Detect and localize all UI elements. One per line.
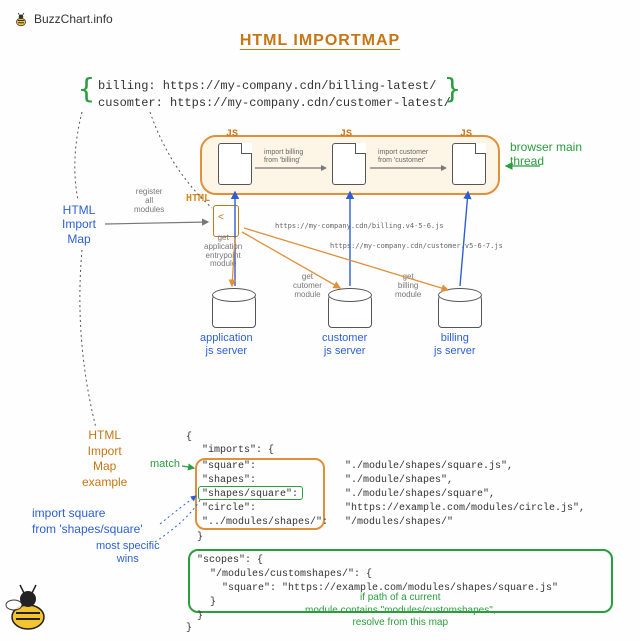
code-imports-key: "imports": { (202, 443, 274, 458)
customer-server-label: customer js server (322, 332, 367, 358)
js-label: JS (340, 129, 352, 140)
js-file-icon (452, 143, 486, 185)
key-3: "circle": (202, 501, 256, 516)
importmap-sample: billing: https://my-company.cdn/billing-… (98, 78, 451, 112)
site-logo: BuzzChart.info (12, 10, 113, 28)
server-icon (212, 292, 256, 328)
val-2: "./module/shapes/square", (345, 487, 495, 502)
import-billing-text: import billing from 'billing' (264, 149, 303, 164)
billing-url: https://my-company.cdn/billing.v4-5-6.js (275, 222, 444, 230)
val-3: "https://example.com/modules/circle.js", (345, 501, 585, 516)
get-entrypoint-label: get application entrypoint module (204, 234, 242, 269)
scope-close1: } (210, 595, 216, 610)
app-server-label: application js server (200, 332, 253, 358)
customer-url: https://my-company.cdn/customer.v5-6-7.j… (330, 242, 503, 250)
code-open: { (186, 430, 192, 445)
register-modules-label: register all modules (134, 188, 164, 214)
importmap-line1: billing: https://my-company.cdn/billing-… (98, 78, 451, 95)
importmap-line2: cusomter: https://my-company.cdn/custome… (98, 95, 451, 112)
scopes-open: "scopes": { (197, 553, 263, 568)
val-4: "/modules/shapes/" (345, 515, 453, 530)
server-icon (328, 292, 372, 328)
billing-server-label: billing js server (434, 332, 476, 358)
val-1: "./module/shapes", (345, 473, 453, 488)
bee-corner-icon (4, 583, 58, 637)
brace-close: } (444, 72, 461, 105)
server-icon (438, 292, 482, 328)
match-label: match (150, 458, 180, 470)
key-4: "../modules/shapes/": (202, 515, 328, 530)
key-0: "square": (202, 459, 256, 474)
scope-close2: } (197, 609, 203, 624)
val-0: "./module/shapes/square.js", (345, 459, 513, 474)
import-customer-text: import customer from 'customer' (378, 149, 428, 164)
browser-thread-box: JS import billing from 'billing' JS impo… (200, 135, 500, 195)
get-customer-label: get cutomer module (293, 273, 322, 299)
bee-icon (12, 10, 30, 28)
html-import-map-label: HTML Import Map (62, 203, 96, 246)
logo-text: BuzzChart.info (34, 12, 113, 26)
import-square-statement: import square from 'shapes/square' (32, 506, 143, 537)
most-specific-label: most specific wins (96, 540, 160, 566)
brace-open: { (78, 72, 95, 105)
selected-key-box (198, 486, 303, 500)
html-label: HTML (186, 193, 210, 204)
scopes-note: if path of a current module contains "mo… (305, 592, 496, 630)
scope-path: "/modules/customshapes/": { (210, 567, 372, 582)
get-billing-label: get billing module (395, 273, 421, 299)
js-file-icon (218, 143, 252, 185)
browser-main-thread-label: browser main thread (510, 140, 582, 168)
code-close: } (186, 621, 192, 636)
js-label: JS (226, 129, 238, 140)
example-heading: HTML Import Map example (82, 428, 127, 490)
js-file-icon (332, 143, 366, 185)
page-title: HTML IMPORTMAP (0, 32, 640, 50)
js-label: JS (460, 129, 472, 140)
close-imports: } (197, 530, 203, 545)
